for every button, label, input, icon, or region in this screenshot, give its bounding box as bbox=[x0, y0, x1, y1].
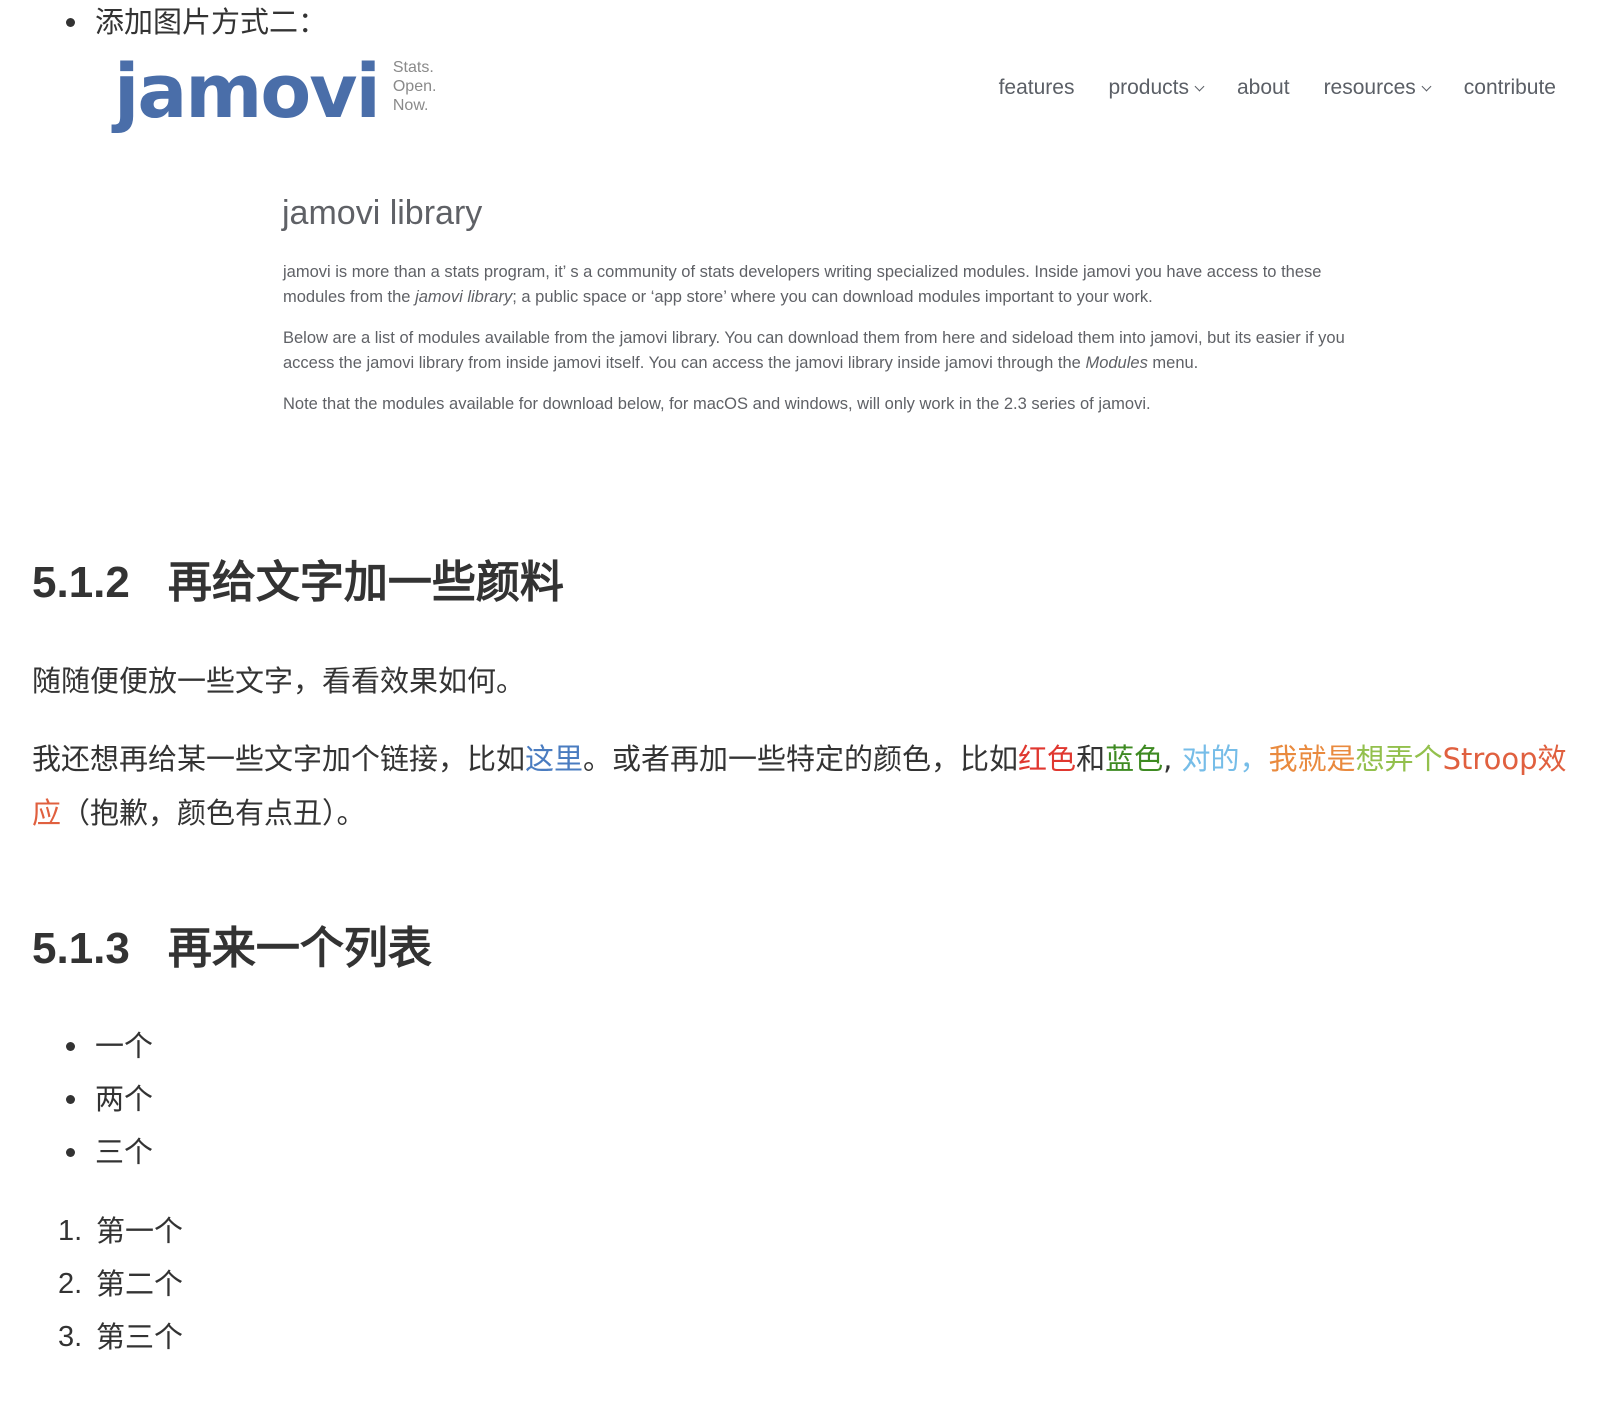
text-run: , bbox=[1163, 742, 1173, 776]
library-title: jamovi library bbox=[282, 194, 483, 232]
list-item: 1. 第一个 bbox=[58, 1205, 183, 1258]
section-heading-5-1-3: 5.1.3 再来一个列表 bbox=[32, 912, 432, 976]
list-item-text: 第三个 bbox=[96, 1320, 184, 1354]
nav-item-products: products bbox=[1108, 76, 1205, 100]
emphasis-text: jamovi library bbox=[415, 288, 513, 306]
section-heading-5-1-2: 5.1.2 再给文字加一些颜料 bbox=[32, 546, 564, 610]
tagline-line: Open. bbox=[392, 78, 437, 95]
list-item-text: 添加图片方式二： bbox=[95, 5, 328, 39]
lime-text: 想弄个 bbox=[1355, 742, 1443, 776]
nav-label: about bbox=[1237, 76, 1290, 99]
logo-tagline: Stats. Open. Now. bbox=[393, 58, 437, 115]
bullet-icon bbox=[66, 1042, 75, 1051]
ordered-list: 1. 第一个 2. 第二个 3. 第三个 bbox=[58, 1205, 183, 1364]
green-text: 蓝色 bbox=[1105, 742, 1164, 776]
bullet-icon bbox=[66, 1095, 75, 1104]
list-item-text: 三个 bbox=[95, 1135, 154, 1169]
list-item: 三个 bbox=[66, 1126, 153, 1179]
bullet-icon bbox=[66, 17, 75, 27]
list-item: 3. 第三个 bbox=[58, 1311, 183, 1364]
list-item-text: 第二个 bbox=[96, 1267, 184, 1301]
section-title: 再来一个列表 bbox=[167, 924, 432, 973]
orange-text: 我就是 bbox=[1268, 742, 1356, 776]
chevron-down-icon bbox=[1194, 81, 1205, 91]
text-run: 。或者再加一些特定的颜色，比如 bbox=[583, 742, 1019, 776]
nav-item-resources: resources bbox=[1323, 76, 1432, 100]
section-title: 再给文字加一些颜料 bbox=[167, 558, 564, 607]
library-paragraph: Below are a list of modules available fr… bbox=[283, 326, 1363, 376]
list-item-text: 一个 bbox=[95, 1029, 154, 1063]
list-number: 3. bbox=[58, 1321, 83, 1353]
list-item-text: 第一个 bbox=[96, 1214, 184, 1248]
site-nav: features products about resources contri… bbox=[999, 76, 1556, 100]
list-item-add-image-method-two: 添加图片方式二： bbox=[66, 0, 327, 44]
tagline-line: Now. bbox=[392, 97, 429, 114]
nav-item-contribute: contribute bbox=[1464, 76, 1556, 100]
text-run: ; a public space or ‘app store’ where yo… bbox=[512, 288, 1153, 306]
nav-item-features: features bbox=[999, 76, 1075, 100]
tagline-line: Stats. bbox=[392, 59, 434, 76]
section-number: 5.1.2 bbox=[32, 558, 130, 607]
bullet-list: 一个 两个 三个 bbox=[66, 1020, 153, 1179]
text-run: 和 bbox=[1076, 742, 1106, 776]
nav-label: features bbox=[998, 76, 1075, 99]
library-paragraph: jamovi is more than a stats program, it’… bbox=[283, 260, 1363, 310]
list-item: 一个 bbox=[66, 1020, 153, 1073]
nav-label: resources bbox=[1323, 76, 1416, 99]
text-run: menu. bbox=[1147, 354, 1199, 372]
logo-wordmark: jamovi bbox=[114, 49, 381, 135]
nav-label: products bbox=[1108, 76, 1189, 99]
jamovi-logo: jamovi Stats. Open. Now. bbox=[114, 52, 436, 132]
text-run: 我还想再给某一些文字加个链接，比如 bbox=[32, 742, 526, 776]
skyblue-text: 对的， bbox=[1181, 742, 1269, 776]
list-item: 2. 第二个 bbox=[58, 1258, 183, 1311]
paragraph-colored-text: 我还想再给某一些文字加个链接，比如这里。或者再加一些特定的颜色，比如红色和蓝色,… bbox=[32, 732, 1572, 840]
nav-item-about: about bbox=[1237, 76, 1290, 100]
red-text: 红色 bbox=[1018, 742, 1077, 776]
link-here[interactable]: 这里 bbox=[525, 742, 583, 776]
nav-label: contribute bbox=[1463, 76, 1556, 99]
text-run: （抱歉，颜色有点丑）。 bbox=[61, 796, 366, 830]
paragraph-random-text: 随随便便放一些文字，看看效果如何。 bbox=[32, 664, 526, 698]
emphasis-text: Modules bbox=[1085, 354, 1148, 372]
chevron-down-icon bbox=[1421, 81, 1432, 91]
library-paragraph: Note that the modules available for down… bbox=[283, 395, 1151, 413]
list-item: 两个 bbox=[66, 1073, 153, 1126]
section-number: 5.1.3 bbox=[32, 924, 130, 973]
list-number: 2. bbox=[58, 1268, 83, 1300]
bullet-icon bbox=[66, 1148, 75, 1157]
list-item-text: 两个 bbox=[95, 1082, 154, 1116]
library-description: jamovi is more than a stats program, it’… bbox=[283, 260, 1363, 433]
list-number: 1. bbox=[58, 1215, 83, 1247]
embedded-image-jamovi-library: jamovi Stats. Open. Now. features produc… bbox=[96, 48, 1576, 468]
